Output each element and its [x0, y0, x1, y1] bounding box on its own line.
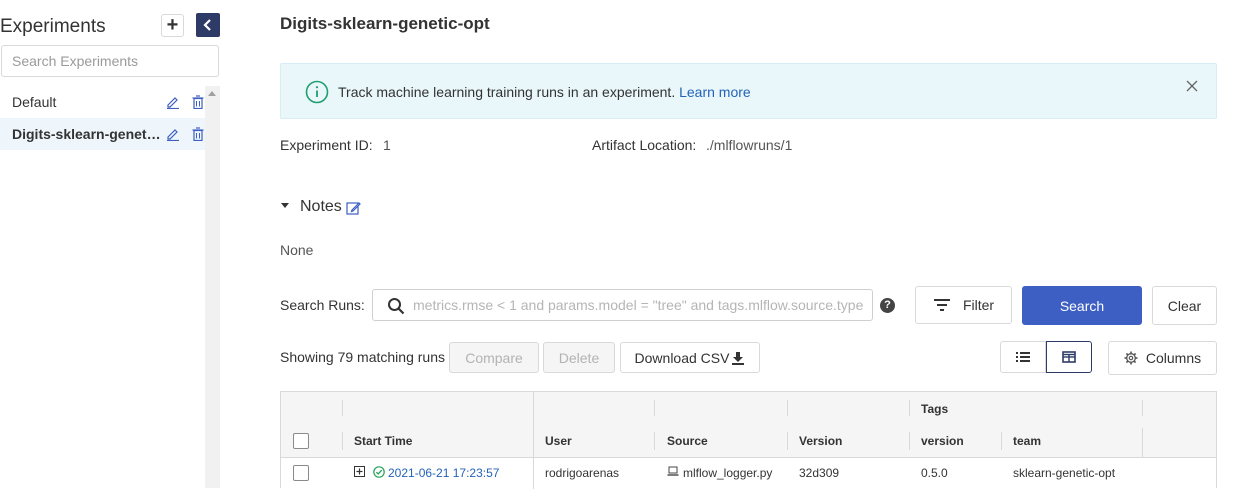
edit-icon[interactable] — [166, 127, 180, 141]
search-icon — [388, 298, 405, 315]
artifact-location-label: Artifact Location: — [592, 137, 697, 153]
clear-button[interactable]: Clear — [1152, 286, 1217, 325]
success-check-icon — [373, 466, 385, 478]
header-version[interactable]: Version — [799, 434, 842, 448]
matching-runs-count: Showing 79 matching runs — [280, 349, 445, 365]
experiment-name: Default — [12, 94, 57, 110]
header-source[interactable]: Source — [667, 434, 708, 448]
gear-icon — [1124, 351, 1138, 365]
filter-label: Filter — [962, 297, 995, 313]
header-divider — [342, 400, 343, 416]
notes-content: None — [280, 242, 314, 258]
chevron-left-icon — [203, 19, 211, 31]
header-divider — [1001, 432, 1002, 450]
banner-message: Track machine learning training runs in … — [338, 84, 676, 100]
laptop-icon — [667, 466, 679, 476]
compare-button[interactable]: Compare — [449, 342, 539, 373]
info-icon — [305, 80, 329, 104]
grid-view-button[interactable] — [1046, 341, 1092, 373]
header-divider — [654, 432, 655, 450]
edit-icon[interactable] — [166, 95, 180, 109]
scroll-up-arrow-icon[interactable] — [208, 91, 216, 96]
search-button[interactable]: Search — [1022, 286, 1142, 325]
help-icon[interactable]: ? — [880, 298, 895, 313]
header-divider — [1142, 428, 1143, 458]
notes-title[interactable]: Notes — [300, 198, 342, 216]
header-divider — [342, 432, 343, 450]
page-title: Digits-sklearn-genetic-opt — [280, 14, 490, 33]
list-icon — [1016, 352, 1030, 362]
header-divider — [909, 432, 910, 450]
header-divider — [1142, 400, 1143, 416]
table-grid-icon — [1062, 351, 1076, 363]
artifact-location-value: ./mlflowruns/1 — [706, 137, 793, 153]
sidebar-scrollbar[interactable] — [205, 86, 220, 488]
run-tag-version: 0.5.0 — [921, 466, 948, 480]
download-csv-button[interactable]: Download CSV — [620, 342, 760, 373]
runs-table: Tags Start Time User Source Version vers… — [280, 391, 1217, 489]
trash-icon[interactable] — [191, 127, 205, 141]
delete-button[interactable]: Delete — [543, 342, 615, 373]
experiment-id-value: 1 — [383, 137, 391, 153]
header-user[interactable]: User — [545, 434, 572, 448]
run-tag-team: sklearn-genetic-opt — [1013, 466, 1116, 480]
header-start-time[interactable]: Start Time — [354, 434, 412, 448]
run-start-time-link[interactable]: 2021-06-21 17:23:57 — [388, 466, 499, 480]
expand-icon[interactable] — [354, 466, 365, 477]
experiment-id-label: Experiment ID: — [280, 137, 373, 153]
learn-more-link[interactable]: Learn more — [679, 84, 751, 100]
search-experiments-input[interactable] — [1, 45, 219, 77]
header-divider — [787, 432, 788, 450]
columns-button[interactable]: Columns — [1108, 341, 1217, 375]
table-header — [281, 392, 1216, 458]
info-banner: Track machine learning training runs in … — [280, 63, 1217, 119]
sidebar-title: Experiments — [0, 16, 106, 37]
experiment-name: Digits-sklearn-genetic-opt — [12, 126, 164, 142]
filter-button[interactable]: Filter — [915, 286, 1012, 324]
row-checkbox[interactable] — [293, 465, 309, 481]
header-divider — [787, 400, 788, 416]
download-icon — [732, 351, 745, 365]
edit-notes-icon[interactable] — [346, 201, 361, 216]
download-csv-label: Download CSV — [634, 349, 730, 366]
columns-label: Columns — [1145, 350, 1202, 366]
filter-icon — [933, 299, 950, 311]
header-divider — [654, 400, 655, 416]
experiment-list: Default Digits-sklearn-genetic-opt — [0, 86, 205, 488]
search-runs-label: Search Runs: — [280, 297, 365, 313]
tags-group-header: Tags — [921, 402, 949, 416]
header-tag-team[interactable]: team — [1013, 434, 1041, 448]
banner-text: Track machine learning training runs in … — [338, 84, 751, 100]
table-row: 2021-06-21 17:23:57 rodrigoarenas mlflow… — [281, 458, 1216, 489]
list-view-button[interactable] — [1000, 341, 1046, 373]
caret-down-icon[interactable] — [281, 203, 289, 208]
search-runs-box — [372, 289, 873, 321]
add-experiment-button[interactable]: + — [161, 14, 184, 37]
run-source[interactable]: mlflow_logger.py — [683, 466, 772, 480]
select-all-checkbox[interactable] — [293, 433, 309, 449]
run-version: 32d309 — [799, 466, 840, 480]
header-divider — [909, 400, 910, 416]
close-icon[interactable] — [1186, 80, 1198, 92]
experiments-sidebar: Experiments + Default Digits-sklearn-gen… — [0, 0, 220, 488]
run-user: rodrigoarenas — [545, 466, 620, 480]
header-tag-version[interactable]: version — [921, 434, 964, 448]
collapse-sidebar-button[interactable] — [196, 13, 220, 37]
search-runs-input[interactable] — [413, 291, 863, 319]
trash-icon[interactable] — [191, 95, 205, 109]
